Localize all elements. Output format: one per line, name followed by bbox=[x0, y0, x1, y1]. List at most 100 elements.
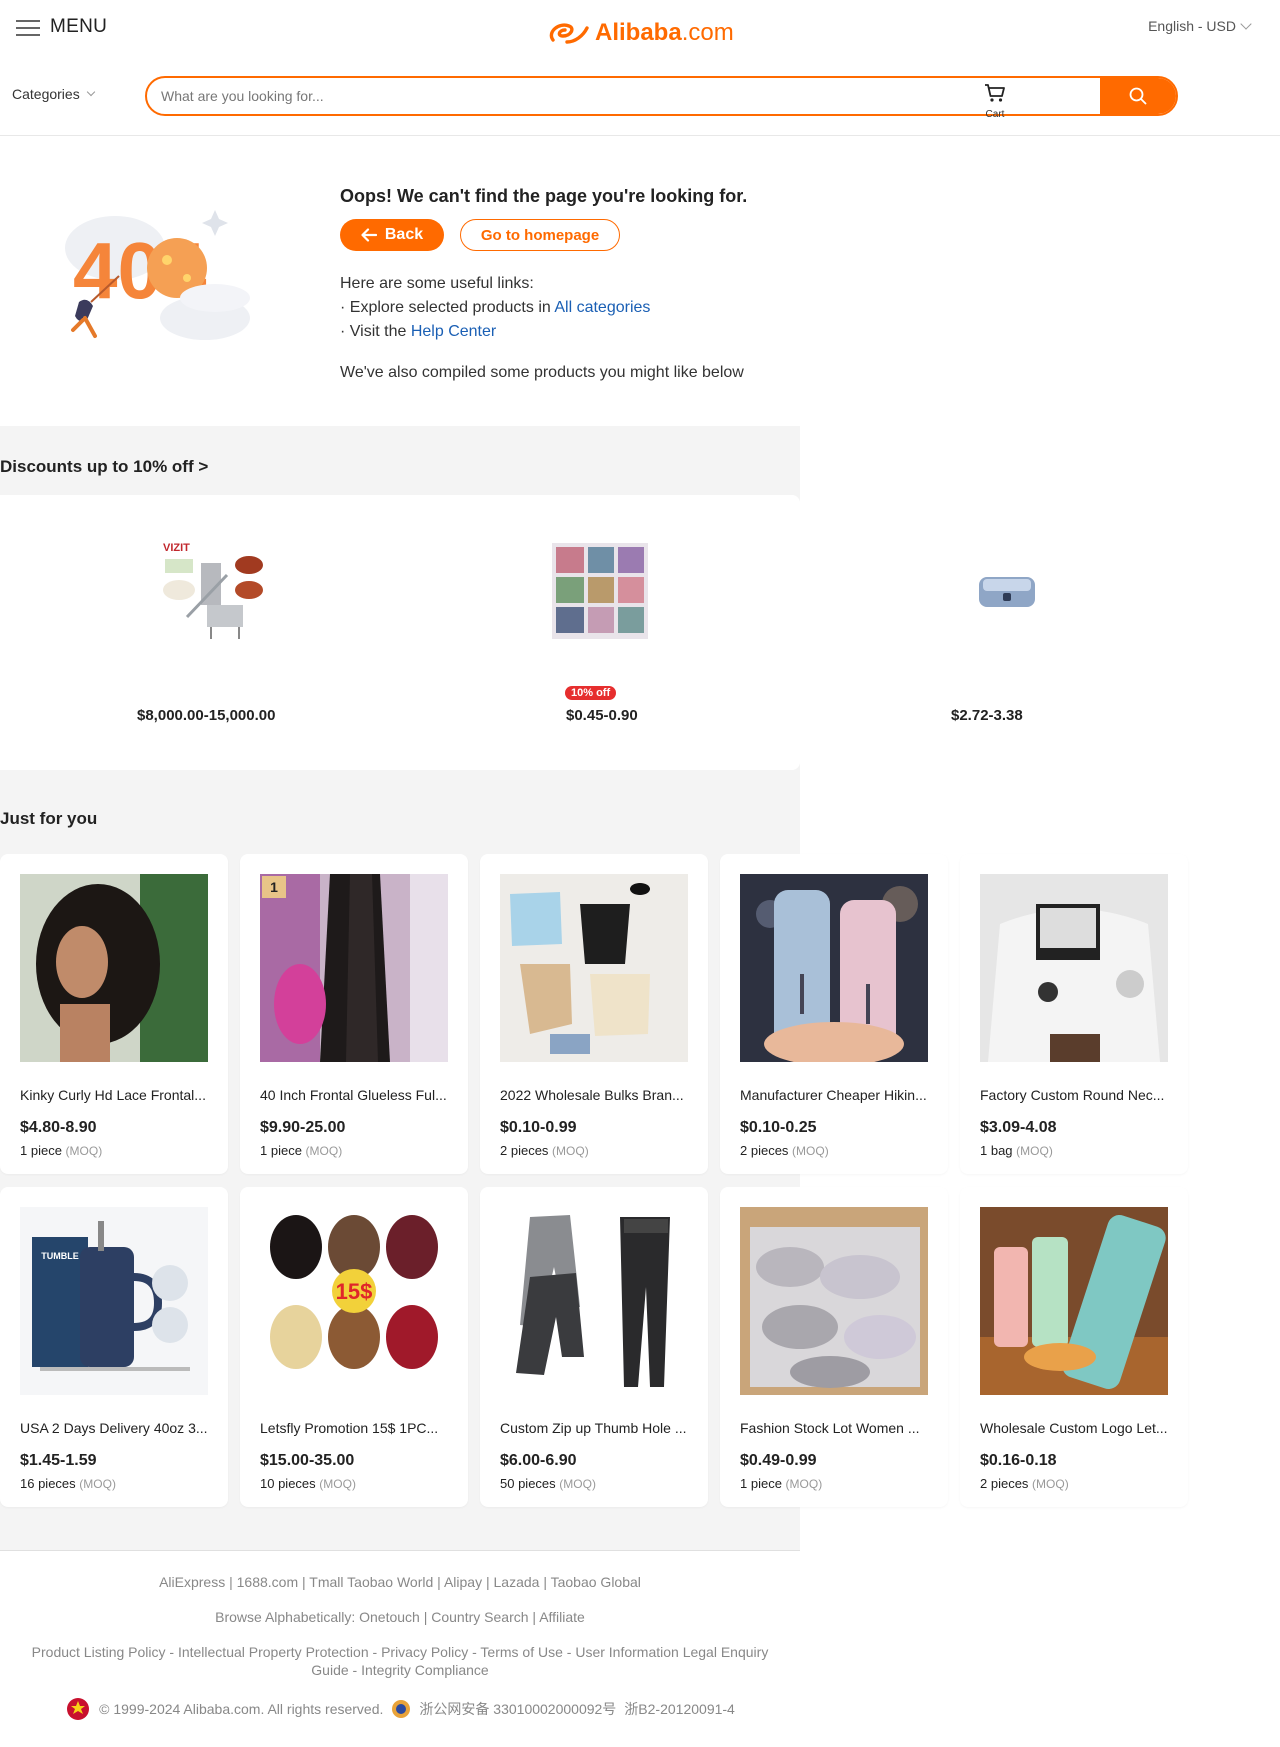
product-card[interactable]: TUMBLE USA 2 Days Delivery 40oz 3... $1.… bbox=[0, 1187, 228, 1507]
product-card[interactable]: Kinky Curly Hd Lace Frontal... $4.80-8.9… bbox=[0, 854, 228, 1174]
product-moq: 2 pieces (MOQ) bbox=[740, 1143, 829, 1158]
moq-value: 1 piece bbox=[740, 1476, 782, 1491]
footer-link-taobao-global[interactable]: Taobao Global bbox=[551, 1574, 641, 1590]
footer-link-1688[interactable]: 1688.com bbox=[237, 1574, 298, 1590]
product-image bbox=[951, 535, 1063, 647]
product-card[interactable]: Wholesale Custom Logo Let... $0.16-0.18 … bbox=[960, 1187, 1188, 1507]
moq-label: (MOQ) bbox=[785, 1477, 823, 1491]
footer-link-tmall[interactable]: Tmall Taobao World bbox=[309, 1574, 433, 1590]
footer-link-alipay[interactable]: Alipay bbox=[444, 1574, 482, 1590]
discount-price: $8,000.00-15,000.00 bbox=[137, 707, 276, 724]
product-card[interactable]: 2022 Wholesale Bulks Bran... $0.10-0.99 … bbox=[480, 854, 708, 1174]
moq-value: 2 pieces bbox=[980, 1476, 1029, 1491]
moq-label: (MOQ) bbox=[65, 1144, 103, 1158]
beian-link[interactable]: 浙公网安备 33010002000092号 bbox=[419, 1699, 616, 1719]
product-price: $6.00-6.90 bbox=[500, 1452, 577, 1469]
useful-links-intro: Here are some useful links: bbox=[340, 275, 534, 292]
search-icon bbox=[1129, 87, 1147, 105]
chevron-down-icon bbox=[1240, 18, 1252, 30]
product-card[interactable]: 1 40 Inch Frontal Glueless Ful... $9.90-… bbox=[240, 854, 468, 1174]
product-image bbox=[740, 874, 928, 1062]
footer-link-onetouch[interactable]: Onetouch bbox=[359, 1609, 420, 1625]
footer-link-listing-policy[interactable]: Product Listing Policy bbox=[32, 1644, 166, 1660]
menu-label: MENU bbox=[50, 16, 108, 37]
browse-alphabetically-label: Browse Alphabetically: bbox=[215, 1609, 360, 1625]
copyright-row: © 1999-2024 Alibaba.com. All rights rese… bbox=[0, 1696, 800, 1722]
product-moq: 1 piece (MOQ) bbox=[20, 1143, 102, 1158]
categories-dropdown[interactable]: Categories bbox=[12, 86, 95, 102]
footer-policy-links: Product Listing Policy - Intellectual Pr… bbox=[31, 1644, 769, 1678]
discount-item[interactable] bbox=[480, 535, 720, 652]
footer-link-affiliate[interactable]: Affiliate bbox=[539, 1609, 585, 1625]
product-moq: 1 piece (MOQ) bbox=[740, 1476, 822, 1491]
product-card[interactable]: 15$ Letsfly Promotion 15$ 1PC... $15.00-… bbox=[240, 1187, 468, 1507]
footer-link-lazada[interactable]: Lazada bbox=[494, 1574, 540, 1590]
product-moq: 2 pieces (MOQ) bbox=[980, 1476, 1069, 1491]
top-bar: MENU Alibaba.com English - USD bbox=[0, 0, 1280, 60]
product-price: $3.09-4.08 bbox=[980, 1119, 1057, 1136]
product-image bbox=[500, 1207, 688, 1395]
product-moq: 2 pieces (MOQ) bbox=[500, 1143, 589, 1158]
product-price: $4.80-8.90 bbox=[20, 1119, 97, 1136]
arrow-left-icon bbox=[361, 228, 377, 242]
government-badge-icon[interactable] bbox=[65, 1696, 91, 1722]
moq-label: (MOQ) bbox=[79, 1477, 116, 1491]
go-to-homepage-button[interactable]: Go to homepage bbox=[460, 219, 620, 251]
product-title: 2022 Wholesale Bulks Bran... bbox=[500, 1087, 684, 1103]
product-moq: 50 pieces (MOQ) bbox=[500, 1476, 596, 1491]
product-image: 15$ bbox=[260, 1207, 448, 1395]
product-price: $0.10-0.25 bbox=[740, 1119, 817, 1136]
cart-button[interactable]: Cart bbox=[978, 82, 1012, 120]
icp-link[interactable]: 浙B2-20120091-4 bbox=[624, 1699, 735, 1719]
product-card[interactable]: Custom Zip up Thumb Hole ... $6.00-6.90 … bbox=[480, 1187, 708, 1507]
footer-link-ip-protection[interactable]: Intellectual Property Protection bbox=[178, 1644, 369, 1660]
moq-label: (MOQ) bbox=[792, 1144, 829, 1158]
moq-value: 1 bag bbox=[980, 1143, 1013, 1158]
box-text: TUMBLE bbox=[41, 1251, 79, 1261]
product-title: Factory Custom Round Nec... bbox=[980, 1087, 1165, 1103]
product-title: Manufacturer Cheaper Hikin... bbox=[740, 1087, 927, 1103]
product-title: Custom Zip up Thumb Hole ... bbox=[500, 1420, 687, 1436]
police-badge-icon bbox=[392, 1700, 411, 1718]
alibaba-logo-icon bbox=[549, 23, 589, 44]
back-button[interactable]: Back bbox=[340, 219, 444, 251]
product-card[interactable]: Manufacturer Cheaper Hikin... $0.10-0.25… bbox=[720, 854, 948, 1174]
error-title: Oops! We can't find the page you're look… bbox=[340, 186, 748, 206]
discount-badge: 10% off bbox=[565, 686, 617, 700]
discounts-title[interactable]: Discounts up to 10% off > bbox=[0, 457, 208, 477]
footer-link-aliexpress[interactable]: AliExpress bbox=[159, 1574, 225, 1590]
product-title: Fashion Stock Lot Women ... bbox=[740, 1420, 920, 1436]
footer: AliExpress | 1688.com | Tmall Taobao Wor… bbox=[0, 1550, 800, 1747]
search-button[interactable] bbox=[1100, 78, 1176, 114]
product-title: Wholesale Custom Logo Let... bbox=[980, 1420, 1168, 1436]
menu-button[interactable]: MENU bbox=[16, 16, 107, 38]
discount-item[interactable] bbox=[887, 535, 1127, 652]
cart-label: Cart bbox=[985, 109, 1005, 120]
footer-link-terms-of-use[interactable]: Terms of Use bbox=[480, 1644, 562, 1660]
all-categories-link[interactable]: All categories bbox=[554, 299, 650, 316]
moq-value: 1 piece bbox=[20, 1143, 62, 1158]
product-moq: 1 piece (MOQ) bbox=[260, 1143, 342, 1158]
moq-value: 1 piece bbox=[260, 1143, 302, 1158]
product-card[interactable]: Factory Custom Round Nec... $3.09-4.08 1… bbox=[960, 854, 1188, 1174]
product-title: USA 2 Days Delivery 40oz 3... bbox=[20, 1420, 208, 1436]
back-label: Back bbox=[384, 226, 424, 243]
product-image bbox=[20, 874, 208, 1062]
alibaba-logo[interactable]: Alibaba.com bbox=[545, 18, 734, 48]
hamburger-icon bbox=[16, 18, 40, 36]
footer-link-integrity[interactable]: Integrity Compliance bbox=[361, 1662, 489, 1678]
help-center-link[interactable]: Help Center bbox=[411, 323, 496, 340]
product-price: $0.10-0.99 bbox=[500, 1119, 577, 1136]
product-image bbox=[980, 874, 1168, 1062]
footer-link-country-search[interactable]: Country Search bbox=[431, 1609, 528, 1625]
product-title: Kinky Curly Hd Lace Frontal... bbox=[20, 1087, 206, 1103]
product-price: $0.16-0.18 bbox=[980, 1452, 1057, 1469]
moq-value: 2 pieces bbox=[500, 1143, 549, 1158]
footer-link-privacy-policy[interactable]: Privacy Policy bbox=[381, 1644, 468, 1660]
language-currency-selector[interactable]: English - USD bbox=[1148, 18, 1252, 34]
search-row: Categories Cart bbox=[0, 72, 1280, 136]
discount-item[interactable]: VIZIT bbox=[93, 535, 333, 652]
product-card[interactable]: Fashion Stock Lot Women ... $0.49-0.99 1… bbox=[720, 1187, 948, 1507]
product-image: VIZIT bbox=[157, 535, 269, 647]
search-input[interactable] bbox=[147, 78, 1100, 114]
